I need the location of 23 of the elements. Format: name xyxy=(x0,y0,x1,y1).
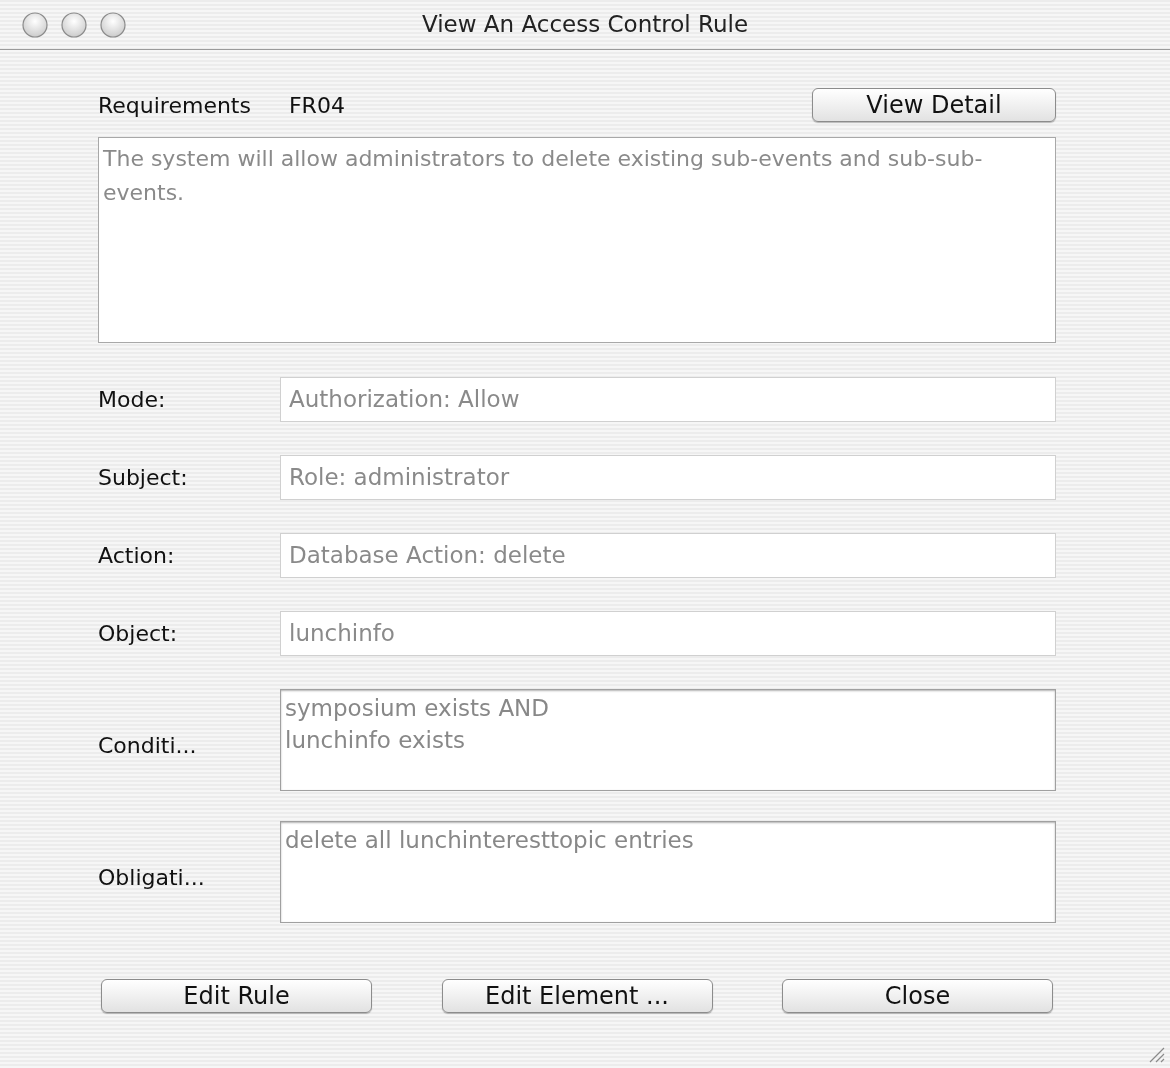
requirements-label: Requirements xyxy=(98,91,251,120)
text-field[interactable]: Database Action: delete xyxy=(280,533,1056,578)
view-detail-button[interactable]: View Detail xyxy=(812,88,1056,122)
requirement-id: FR04 xyxy=(288,91,345,120)
window-control-icon[interactable] xyxy=(61,11,87,38)
field-label: Obligati... xyxy=(98,863,206,892)
window-title: View An Access Control Rule xyxy=(420,10,750,40)
field-label: Object: xyxy=(98,620,179,648)
dialog-button[interactable]: Close xyxy=(782,979,1053,1013)
field-label: Conditi... xyxy=(98,731,198,760)
field-label: Subject: xyxy=(98,464,189,492)
dialog-button[interactable]: Edit Rule xyxy=(101,979,372,1013)
window-control-icon[interactable] xyxy=(22,11,48,38)
field-label: Action: xyxy=(98,542,176,570)
text-field[interactable]: Role: administrator xyxy=(280,455,1056,500)
text-field[interactable]: lunchinfo xyxy=(280,611,1056,656)
text-area[interactable]: symposium exists AND lunchinfo exists xyxy=(280,689,1056,791)
window-control-icon[interactable] xyxy=(100,11,126,38)
dialog-button[interactable]: Edit Element ... xyxy=(441,979,713,1013)
text-area[interactable]: delete all lunchinteresttopic entries xyxy=(280,821,1056,923)
text-field[interactable]: Authorization: Allow xyxy=(280,377,1056,422)
description-area[interactable]: The system will allow administrators to delete existing sub-events and sub-sub-events. xyxy=(98,137,1056,343)
field-label: Mode: xyxy=(98,386,167,414)
